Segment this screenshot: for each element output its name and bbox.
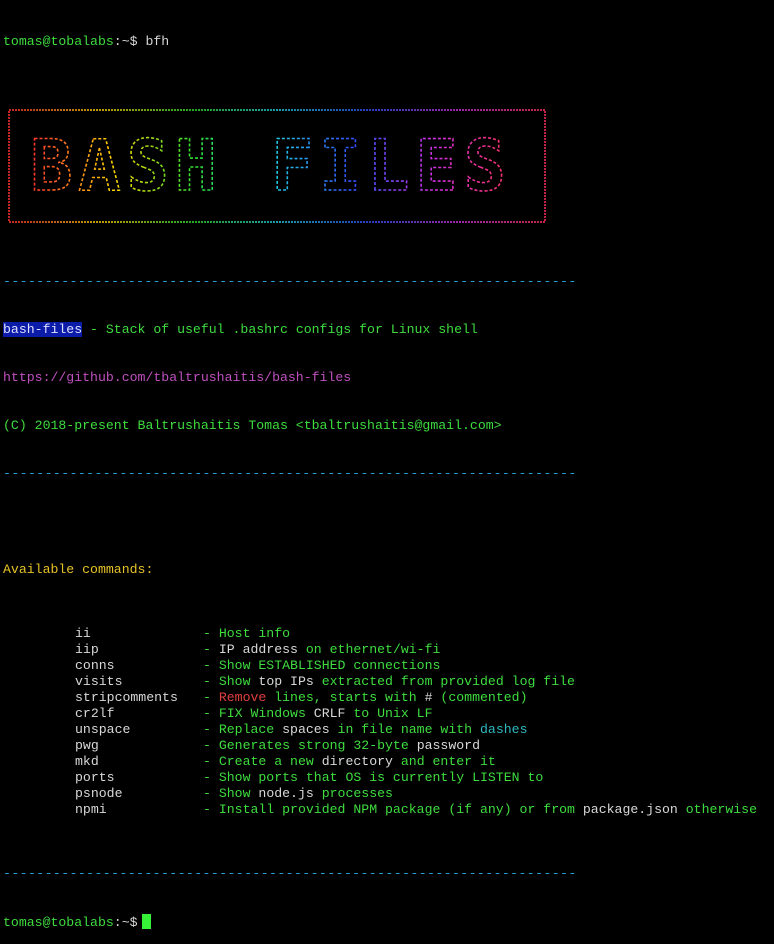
command-row-conns: conns - Show ESTABLISHED connections — [3, 658, 774, 674]
separator-top: ----------------------------------------… — [3, 274, 577, 289]
command-description-part: to — [345, 706, 378, 721]
command-row-mkd: mkd - Create a new directory and enter it — [3, 754, 774, 770]
command-row-psnode: psnode - Show node.js processes — [3, 786, 774, 802]
prompt-path: :~ — [113, 915, 130, 930]
command-row-pwg: pwg - Generates strong 32-byte password — [3, 738, 774, 754]
command-description-part: Show — [218, 786, 259, 801]
command-name: pwg — [75, 738, 99, 753]
command-description-part: dashes — [480, 722, 528, 737]
command-row-npmi: npmi - Install provided NPM package (if a… — [3, 802, 774, 818]
command-description-part: Show — [218, 674, 259, 689]
command-dash: - — [203, 690, 219, 705]
command-row-ports: ports - Show ports that OS is currently L… — [3, 770, 774, 786]
separator-middle: ----------------------------------------… — [3, 466, 577, 481]
command-row-cr2lf: cr2lf - FIX Windows CRLF to Unix LF — [3, 706, 774, 722]
ascii-banner: BASH FILES — [3, 98, 774, 226]
command-description-part: Replace — [218, 722, 283, 737]
command-description-part: Install provided NPM package (if any) or… — [218, 802, 583, 817]
command-name: unspace — [75, 722, 131, 737]
prompt-symbol: $ — [129, 34, 138, 49]
command-description-part: Remove — [218, 690, 267, 705]
command-name: npmi — [75, 802, 107, 817]
prompt-line-bottom[interactable]: tomas@tobalabs:~$ — [3, 914, 774, 930]
command-description-part: and enter it — [392, 754, 496, 769]
copyright-line: (C) 2018-present Baltrushaitis Tomas <tb… — [3, 418, 502, 433]
command-description-part: (commented) — [432, 690, 528, 705]
command-description-part: password — [416, 738, 480, 753]
command-row-visits: visits - Show top IPs extracted from prov… — [3, 674, 774, 690]
command-description-part: spaces — [282, 722, 330, 737]
command-name: ports — [75, 770, 115, 785]
command-description-part: Create a new — [218, 754, 322, 769]
banner-art: BASH FILES — [8, 109, 546, 223]
command-dash: - — [203, 722, 219, 737]
available-commands-title: Available commands: — [3, 562, 154, 577]
command-dash: - — [203, 738, 219, 753]
command-description-part: top IPs — [258, 674, 322, 689]
command-name: mkd — [75, 754, 99, 769]
command-description-part: FIX Windows — [218, 706, 314, 721]
prompt-user-host: tomas@tobalabs — [3, 915, 114, 930]
command-description-part: on ethernet/wi-fi — [305, 642, 441, 657]
banner-title: BASH FILES — [30, 125, 511, 207]
command-dash: - — [203, 658, 219, 673]
command-description-part: package.json — [582, 802, 678, 817]
command-description-part: # — [424, 690, 433, 705]
prompt-user-host: tomas@tobalabs — [3, 34, 114, 49]
command-description-part: Host info — [218, 626, 291, 641]
command-row-unspace: unspace - Replace spaces in file name wit… — [3, 722, 774, 738]
command-description-part: Generates strong 32-byte — [218, 738, 417, 753]
command-dash: - — [203, 642, 219, 657]
command-description-part: Show ports that OS is currently LISTEN t… — [218, 770, 544, 785]
command-name: ii — [75, 626, 91, 641]
command-description-part: extracted from provided log file — [321, 674, 575, 689]
command-name: cr2lf — [75, 706, 115, 721]
command-description-part: otherwise — [677, 802, 757, 817]
terminal-window[interactable]: tomas@tobalabs:~$ bfh BASH FILES -------… — [0, 0, 774, 930]
command-row-iip: iip - IP address on ethernet/wi-fi — [3, 642, 774, 658]
info-title-line: bash-files - Stack of useful .bashrc con… — [3, 322, 774, 338]
terminal-cursor — [141, 914, 151, 929]
command-dash: - — [203, 786, 219, 801]
prompt-command: bfh — [145, 34, 170, 49]
command-name: conns — [75, 658, 115, 673]
command-dash: - — [203, 802, 219, 817]
command-name: visits — [75, 674, 123, 689]
command-name: iip — [75, 642, 99, 657]
command-description-part: directory — [321, 754, 393, 769]
separator-bottom: ----------------------------------------… — [3, 866, 577, 881]
command-description-part: IP address — [218, 642, 306, 657]
command-description-part: Show ESTABLISHED connections — [218, 658, 441, 673]
command-description-part: lines, starts with — [266, 690, 425, 705]
command-description-part: Unix LF — [377, 706, 433, 721]
command-row-stripcomments: stripcomments - Remove lines, starts with… — [3, 690, 774, 706]
command-description-part: CRLF — [313, 706, 346, 721]
command-description-part: node.js — [258, 786, 314, 801]
app-name: bash-files — [3, 322, 83, 337]
command-dash: - — [203, 754, 219, 769]
prompt-path: :~ — [113, 34, 130, 49]
command-description-part: in file name with — [329, 722, 480, 737]
repo-url-link[interactable]: https://github.com/tbaltrushaitis/bash-f… — [3, 370, 774, 386]
command-row-ii: ii - Host info — [3, 626, 774, 642]
prompt-line-top: tomas@tobalabs:~$ bfh — [3, 34, 774, 50]
command-dash: - — [203, 706, 219, 721]
command-dash: - — [203, 770, 219, 785]
command-name: stripcomments — [75, 690, 178, 705]
command-dash: - — [203, 626, 219, 641]
app-description: - Stack of useful .bashrc configs for Li… — [82, 322, 478, 337]
prompt-symbol: $ — [129, 915, 138, 930]
command-description-part: processes — [313, 786, 393, 801]
command-list: ii - Host info iip - IP address on ethernet… — [3, 626, 774, 818]
command-name: psnode — [75, 786, 123, 801]
command-dash: - — [203, 674, 219, 689]
